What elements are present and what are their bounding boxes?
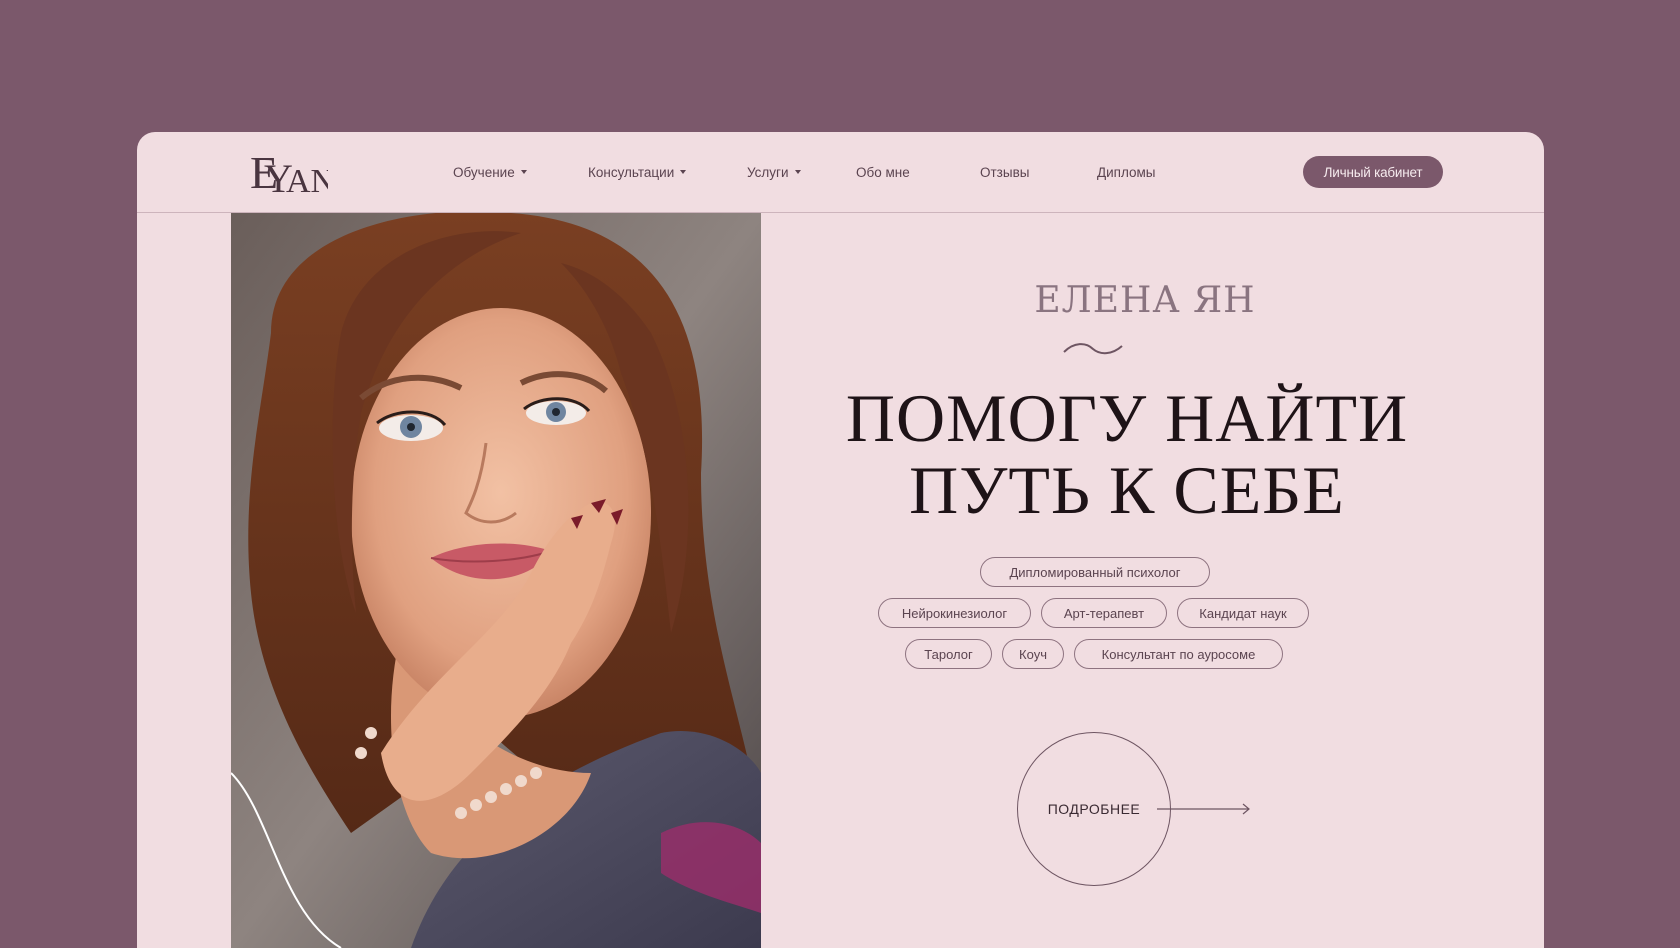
tags-row-3: Таролог Коуч Консультант по ауросоме [905,639,1283,669]
tag-chip: Таролог [905,639,992,669]
nav-item-education[interactable]: Обучение [453,132,527,212]
caret-down-icon [794,170,801,174]
tags-row-1: Дипломированный психолог [980,557,1210,587]
nav-label: Дипломы [1097,164,1156,180]
nav-item-diplomas[interactable]: Дипломы [1097,132,1156,212]
more-details-button[interactable]: ПОДРОБНЕЕ [1017,732,1171,886]
svg-text:AN: AN [286,163,328,196]
nav-label: Обучение [453,164,515,180]
headline-line-1: ПОМОГУ НАЙТИ [845,380,1409,456]
tag-chip: Коуч [1002,639,1064,669]
personal-cabinet-button[interactable]: Личный кабинет [1303,156,1443,188]
more-details-label: ПОДРОБНЕЕ [1047,801,1141,817]
site-header: E Y AN Обучение Консультации Услуги Обо … [137,132,1544,213]
tag-chip: Нейрокинезиолог [878,598,1031,628]
nav-label: Консультации [588,164,675,180]
hero-headline: ПОМОГУ НАЙТИ ПУТЬ К СЕБЕ [777,382,1477,526]
arrow-right-icon [1157,803,1250,815]
tags-row-2: Нейрокинезиолог Арт-терапевт Кандидат на… [878,598,1309,628]
tag-chip: Консультант по ауросоме [1074,639,1283,669]
caret-down-icon [680,170,687,174]
ey-monogram-logo[interactable]: E Y AN [248,144,328,196]
tag-chip: Дипломированный психолог [980,557,1210,587]
person-name: ЕЛЕНА ЯН [1034,280,1256,321]
nav-item-consultations[interactable]: Консультации [588,132,687,212]
headline-line-2: ПУТЬ К СЕБЕ [909,452,1345,528]
nav-label: Услуги [747,164,789,180]
nav-item-reviews[interactable]: Отзывы [980,132,1029,212]
portrait-photo [231,213,761,948]
nav-item-about[interactable]: Обо мне [856,132,910,212]
tag-chip: Кандидат наук [1177,598,1309,628]
tag-chip: Арт-терапевт [1041,598,1167,628]
caret-down-icon [520,170,527,174]
tilde-ornament-icon [1063,343,1123,355]
nav-item-services[interactable]: Услуги [747,132,801,212]
nav-label: Обо мне [856,164,910,180]
site-card: E Y AN Обучение Консультации Услуги Обо … [137,132,1544,948]
nav-label: Отзывы [980,164,1030,180]
